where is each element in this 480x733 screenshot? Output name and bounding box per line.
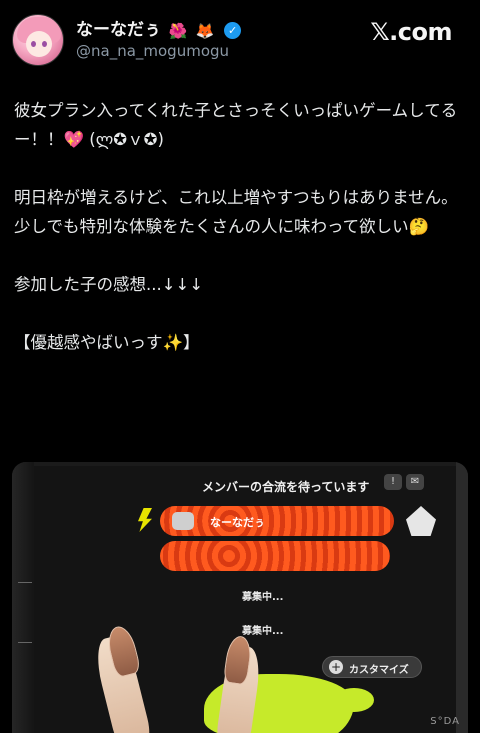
slot-4-status: 募集中... <box>242 626 284 637</box>
player-slot-1 <box>160 506 394 536</box>
tv-bezel-right <box>456 462 468 733</box>
avatar-eye-right <box>42 41 47 47</box>
plus-icon: + <box>329 660 343 674</box>
display-name[interactable]: なーなだぅ 🌺 🦊 ✓ <box>76 15 242 40</box>
x-logo: 𝕏.com <box>370 18 452 46</box>
ink-splat-small <box>334 688 374 712</box>
player-weapon-icon <box>172 512 194 530</box>
game-screen: メンバーの合流を待っています ! ✉ なーなだぅ 募集中... 募集中... +… <box>34 466 464 733</box>
user-handle[interactable]: @na_na_mogumogu <box>76 42 229 60</box>
player-slot-2-redacted <box>160 541 390 571</box>
avatar[interactable] <box>12 14 64 66</box>
tweet-header: なーなだぅ 🌺 🦊 ✓ @na_na_mogumogu 𝕏.com <box>0 0 480 80</box>
tweet-text: 彼女プラン入ってくれた子とさっそくいっぱいゲームしてるー！！💖 (ლ✪ｖ✪) 明… <box>14 101 458 352</box>
hibiscus-icon: 🌺 <box>168 22 188 40</box>
avatar-face <box>26 31 52 57</box>
tweet-media-image[interactable]: メンバーの合流を待っています ! ✉ なーなだぅ 募集中... 募集中... +… <box>12 462 468 733</box>
mail-icon: ✉ <box>406 474 424 490</box>
avatar-eye-left <box>31 41 36 47</box>
player-name: なーなだぅ <box>210 516 265 529</box>
slot-3-status: 募集中... <box>242 592 284 603</box>
verified-badge-icon: ✓ <box>224 22 242 39</box>
lightning-icon <box>138 508 152 532</box>
bezel-mark <box>18 642 32 643</box>
info-icon: ! <box>384 474 402 490</box>
tv-bezel-left <box>12 462 34 733</box>
lobby-title: メンバーの合流を待っています <box>202 480 370 494</box>
watermark: S°DA <box>430 716 460 727</box>
bezel-mark <box>18 582 32 583</box>
display-name-text: なーなだぅ <box>76 20 161 40</box>
customize-label: カスタマイズ <box>349 665 409 676</box>
squid-icon <box>406 506 436 536</box>
fox-icon: 🦊 <box>195 22 215 40</box>
customize-button: + カスタマイズ <box>322 656 422 678</box>
